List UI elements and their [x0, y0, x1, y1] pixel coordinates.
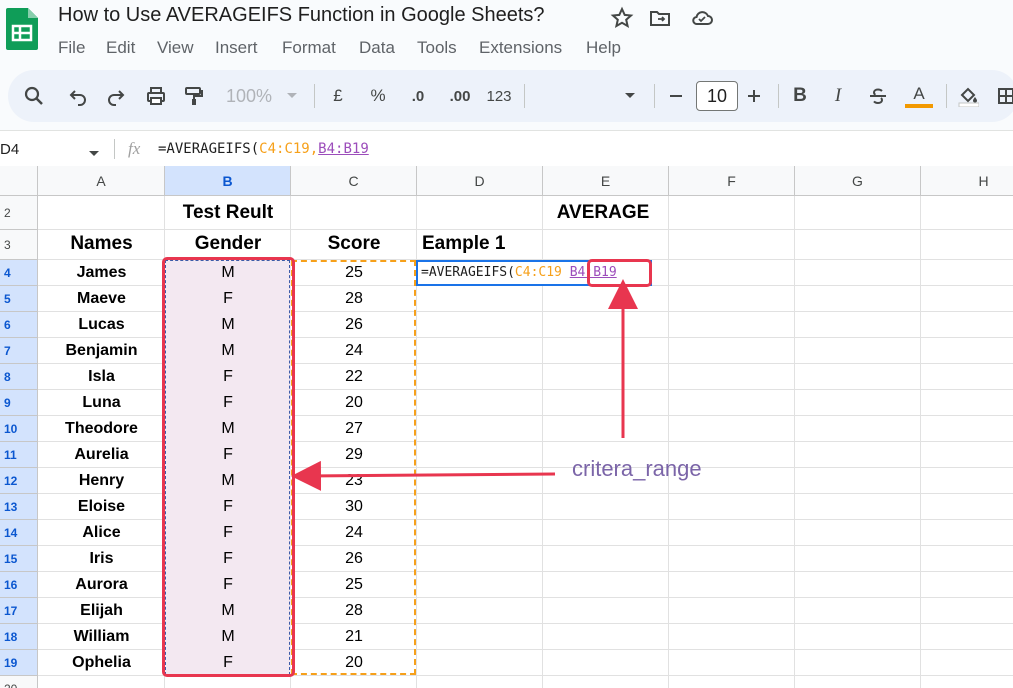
search-menus-icon[interactable] — [22, 84, 46, 108]
text-color-swatch — [905, 103, 933, 108]
name-box[interactable]: D4 — [0, 141, 19, 158]
spreadsheet-grid[interactable]: A B C D E F G H 2 3 4 5 6 7 8 9 10 11 12… — [0, 166, 1013, 688]
borders-icon[interactable] — [996, 84, 1013, 108]
formula-range-1: C4:C19 — [259, 141, 310, 157]
format-percent-button[interactable]: % — [366, 84, 390, 108]
formula-range-2: B4:B19 — [318, 141, 369, 157]
toolbar-divider — [778, 84, 779, 108]
formula-comma: , — [309, 141, 319, 157]
italic-button[interactable]: I — [828, 84, 848, 108]
toolbar-divider — [314, 84, 315, 108]
format-currency-button[interactable]: £ — [326, 84, 350, 108]
zoom-dropdown-icon[interactable] — [284, 84, 300, 108]
menu-data[interactable]: Data — [359, 38, 395, 58]
fill-color-icon[interactable] — [956, 84, 980, 108]
annotation-label: critera_range — [572, 456, 702, 481]
text-color-button[interactable]: A — [904, 84, 934, 108]
undo-icon[interactable] — [66, 84, 90, 108]
menu-view[interactable]: View — [157, 38, 194, 58]
increase-decimal-button[interactable]: .00 — [444, 84, 476, 108]
arrow-to-criteria-range — [291, 460, 556, 491]
fx-icon: fx — [128, 139, 141, 158]
menu-extensions[interactable]: Extensions — [479, 38, 562, 58]
menu-help[interactable]: Help — [586, 38, 621, 58]
redo-icon[interactable] — [104, 84, 128, 108]
decrease-decimal-button[interactable]: .0 — [404, 84, 432, 108]
cloud-saved-icon[interactable] — [690, 6, 714, 30]
sheets-logo-icon[interactable] — [6, 8, 38, 50]
increase-font-size-icon[interactable] — [744, 84, 764, 108]
decrease-font-size-icon[interactable] — [666, 84, 686, 108]
document-title[interactable]: How to Use AVERAGEIFS Function in Google… — [58, 4, 545, 27]
menu-insert[interactable]: Insert — [215, 38, 258, 58]
formula-input[interactable]: =AVERAGEIFS(C4:C19,B4:B19 — [158, 141, 369, 157]
more-formats-button[interactable]: 123 — [482, 84, 516, 108]
bold-button[interactable]: B — [790, 84, 810, 108]
text-color-letter: A — [913, 83, 925, 103]
font-size-input[interactable]: 10 — [696, 81, 738, 111]
strikethrough-icon[interactable] — [866, 84, 890, 108]
menu-file[interactable]: File — [58, 38, 85, 58]
toolbar-divider — [524, 84, 525, 108]
menu-edit[interactable]: Edit — [106, 38, 135, 58]
zoom-select[interactable]: 100% — [220, 84, 278, 108]
toolbar: 100% £ % .0 .00 123 10 B I A — [8, 70, 1013, 122]
formula-divider — [114, 139, 115, 159]
formula-prefix: =AVERAGEIFS( — [158, 141, 260, 157]
formula-bar: D4 fx =AVERAGEIFS(C4:C19,B4:B19 — [0, 130, 1013, 168]
annotation-arrows — [291, 279, 638, 491]
star-icon[interactable] — [610, 6, 634, 30]
menu-tools[interactable]: Tools — [417, 38, 457, 58]
name-box-dropdown-icon[interactable] — [88, 145, 100, 163]
paint-format-icon[interactable] — [182, 84, 206, 108]
menu-format[interactable]: Format — [282, 38, 336, 58]
move-folder-icon[interactable] — [648, 6, 672, 30]
print-icon[interactable] — [144, 84, 168, 108]
font-family-dropdown-icon[interactable] — [622, 84, 638, 108]
toolbar-divider — [946, 84, 947, 108]
toolbar-divider — [654, 84, 655, 108]
